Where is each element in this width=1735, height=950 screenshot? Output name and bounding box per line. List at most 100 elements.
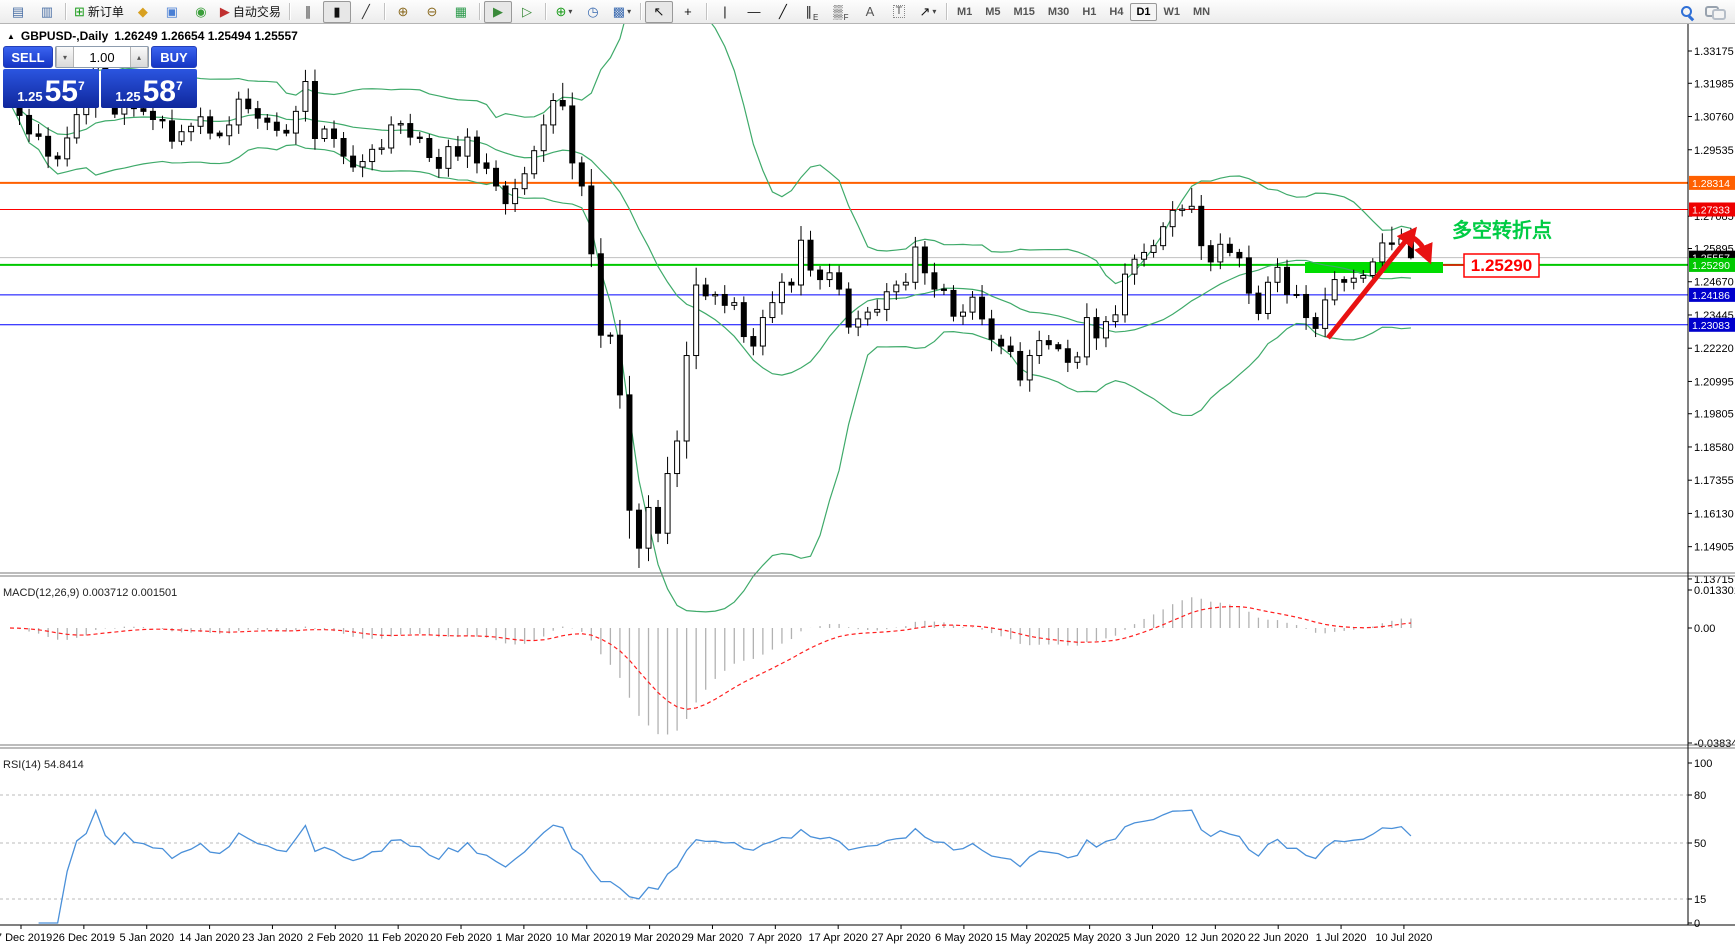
- candle-body: [703, 285, 708, 296]
- date-label: 17 Dec 2019: [0, 932, 52, 944]
- fibonacci-button[interactable]: ▒F: [827, 1, 855, 23]
- chevron-down-icon: ▾: [627, 7, 631, 16]
- mailbox-button[interactable]: ▣: [158, 1, 186, 23]
- search-icon[interactable]: [1679, 4, 1695, 20]
- price-badge-text: 1.24186: [1692, 290, 1730, 302]
- candle-body: [970, 297, 975, 312]
- volume-up-button[interactable]: ▴: [130, 47, 148, 67]
- candle-body: [532, 151, 537, 174]
- auto-scroll-button[interactable]: ▶: [484, 1, 512, 23]
- candle-body: [217, 133, 222, 136]
- tile-windows-icon: ▦: [455, 5, 467, 18]
- mt4-window: ▤▥⊞新订单◆▣◉▶自动交易∥▮╱⊕⊖▦▶▷⊕▾◷▩▾↖+|—╱∥E▒FAT↗▾…: [0, 0, 1735, 950]
- timeframe-d1[interactable]: D1: [1130, 3, 1156, 21]
- candlestick-chart-icon: ▮: [333, 5, 340, 18]
- chart-title: ▲ GBPUSD-,Daily 1.26249 1.26654 1.25494 …: [7, 29, 298, 43]
- candle-body: [989, 319, 994, 339]
- arrows-button[interactable]: ↗▾: [914, 1, 942, 23]
- market-watch-icon: ▤: [12, 5, 24, 18]
- zoom-in-button[interactable]: ⊕: [389, 1, 417, 23]
- time-axis[interactable]: 17 Dec 201926 Dec 20195 Jan 202014 Jan 2…: [0, 925, 1432, 944]
- data-window-button[interactable]: ▥: [33, 1, 61, 23]
- vertical-line-button[interactable]: |: [711, 1, 739, 23]
- price-badge-text: 1.23083: [1692, 320, 1730, 332]
- buy-button[interactable]: BUY: [151, 46, 197, 68]
- candle-body: [246, 99, 251, 108]
- trendline-icon: ╱: [779, 5, 787, 18]
- candle-body: [1027, 356, 1032, 380]
- periods-button[interactable]: ◷: [579, 1, 607, 23]
- text-label-button[interactable]: T: [885, 1, 913, 23]
- candle-body: [1142, 252, 1147, 259]
- collapse-icon[interactable]: ▲: [7, 32, 15, 41]
- text-button[interactable]: A: [856, 1, 884, 23]
- templates-button[interactable]: ▩▾: [608, 1, 636, 23]
- turning-point-label[interactable]: 多空转折点: [1452, 218, 1552, 242]
- zoom-out-button[interactable]: ⊖: [418, 1, 446, 23]
- volume-control: ▾ ▴: [55, 46, 149, 68]
- candle-body: [1408, 239, 1413, 258]
- buy-price[interactable]: 1.25587: [101, 69, 197, 108]
- sell-price[interactable]: 1.25557: [3, 69, 99, 108]
- volume-down-button[interactable]: ▾: [56, 47, 74, 67]
- volume-input[interactable]: [74, 47, 130, 67]
- up-arrow[interactable]: [1328, 233, 1412, 338]
- alerts-button[interactable]: ◆: [129, 1, 157, 23]
- candle-body: [846, 289, 851, 327]
- candle-body: [1246, 258, 1251, 293]
- candle-body: [398, 124, 403, 125]
- timeframe-mn[interactable]: MN: [1187, 3, 1216, 21]
- candle-body: [827, 273, 832, 280]
- chart-plot[interactable]: 多空转折点 1.25290 1.331751.319851.307601.29535…: [0, 24, 1735, 950]
- candle-body: [932, 273, 937, 289]
- timeframe-m5[interactable]: M5: [979, 3, 1006, 21]
- indicators-button[interactable]: ⊕▾: [550, 1, 578, 23]
- candle-body: [913, 247, 918, 282]
- chart-container[interactable]: 多空转折点 1.25290 1.331751.319851.307601.29535…: [0, 24, 1735, 950]
- timeframe-h1[interactable]: H1: [1076, 3, 1102, 21]
- price-callout-text: 1.25290: [1471, 256, 1532, 275]
- candle-body: [837, 273, 842, 289]
- sell-price-sup: 7: [78, 80, 85, 92]
- candle-body: [770, 303, 775, 318]
- tile-windows-button[interactable]: ▦: [447, 1, 475, 23]
- horizontal-line-button[interactable]: —: [740, 1, 768, 23]
- autotrading-button[interactable]: ▶自动交易: [216, 1, 285, 23]
- timeframe-w1[interactable]: W1: [1158, 3, 1187, 21]
- candlestick-chart-button[interactable]: ▮: [323, 1, 351, 23]
- candle-body: [1065, 349, 1070, 363]
- chart-shift-button[interactable]: ▷: [513, 1, 541, 23]
- timeframe-h4[interactable]: H4: [1103, 3, 1129, 21]
- line-chart-button[interactable]: ╱: [352, 1, 380, 23]
- trendline-button[interactable]: ╱: [769, 1, 797, 23]
- date-label: 7 Apr 2020: [749, 932, 802, 944]
- bar-chart-button[interactable]: ∥: [294, 1, 322, 23]
- timeframe-m15[interactable]: M15: [1008, 3, 1041, 21]
- equidistant-channel-button[interactable]: ∥E: [798, 1, 826, 23]
- news-button[interactable]: ◉: [187, 1, 215, 23]
- sell-button[interactable]: SELL: [3, 46, 53, 68]
- cursor-button[interactable]: ↖: [645, 1, 673, 23]
- market-watch-button[interactable]: ▤: [4, 1, 32, 23]
- macd-axis-tick: 0.00: [1694, 623, 1715, 635]
- candle-body: [284, 130, 289, 133]
- candle-body: [818, 270, 823, 279]
- svg-text:1.20995: 1.20995: [1694, 376, 1734, 388]
- price-axis[interactable]: 1.331751.319851.307601.295351.270851.258…: [1688, 46, 1734, 586]
- candle-body: [179, 132, 184, 141]
- candle-body: [1256, 293, 1261, 313]
- candle-body: [646, 507, 651, 548]
- timeframe-m1[interactable]: M1: [951, 3, 978, 21]
- community-chat-icon[interactable]: [1705, 4, 1725, 19]
- candle-body: [360, 162, 365, 167]
- date-label: 1 Mar 2020: [496, 932, 552, 944]
- timeframe-m30[interactable]: M30: [1042, 3, 1075, 21]
- candle-body: [665, 474, 670, 534]
- candle-body: [1361, 276, 1366, 279]
- date-label: 14 Jan 2020: [179, 932, 240, 944]
- new-order-label: 新订单: [88, 3, 124, 20]
- new-order-icon: ⊞: [74, 5, 85, 18]
- cursor-icon: ↖: [653, 5, 664, 18]
- crosshair-button[interactable]: +: [674, 1, 702, 23]
- new-order-button[interactable]: ⊞新订单: [70, 1, 128, 23]
